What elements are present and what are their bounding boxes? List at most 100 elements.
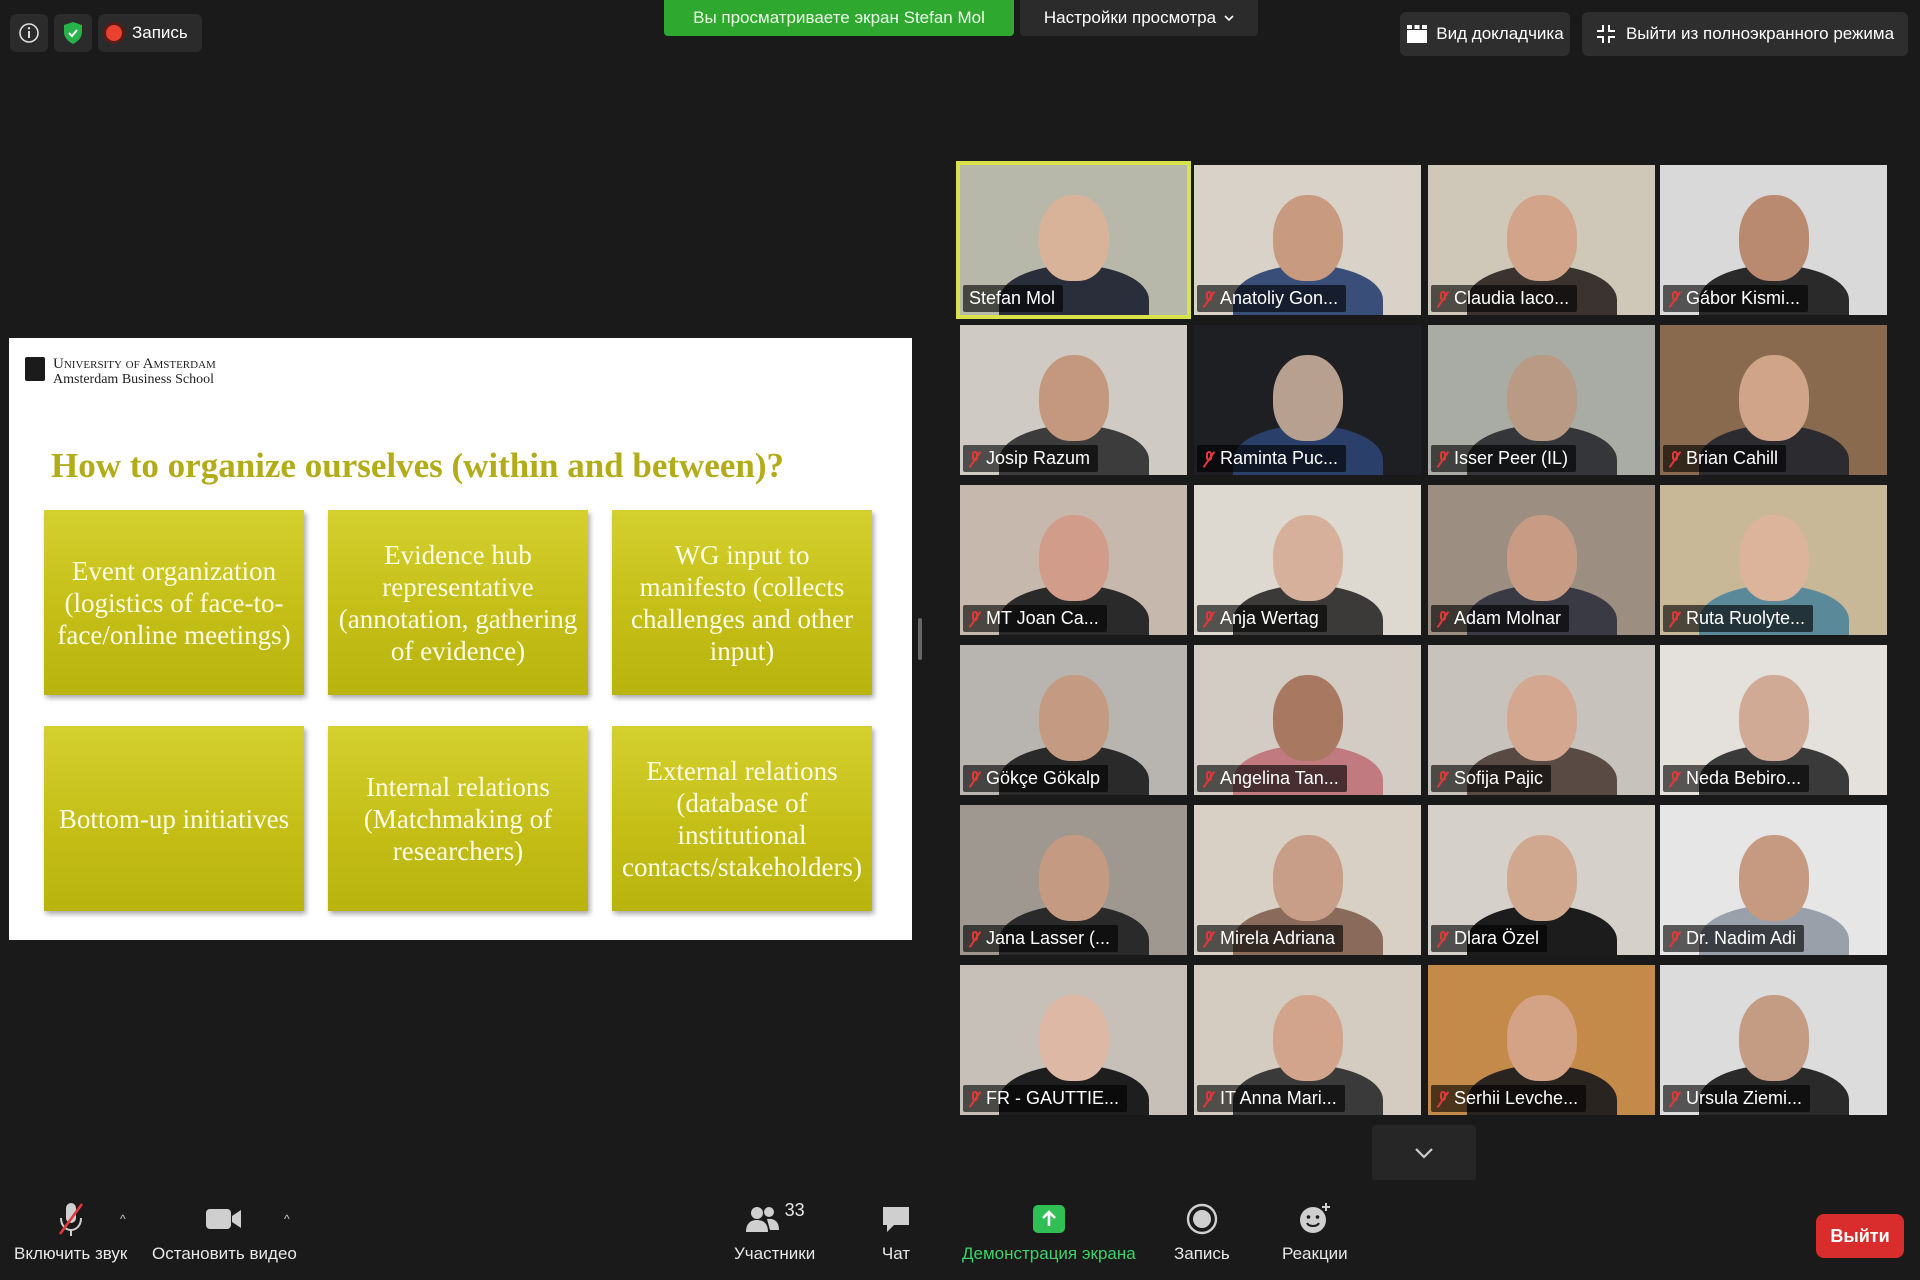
participant-name-tag: Isser Peer (IL)	[1431, 445, 1577, 472]
participant-name: Anja Wertag	[1220, 608, 1319, 628]
microphone-muted-icon	[1437, 610, 1449, 627]
unmute-button[interactable]: Включить звук	[14, 1200, 127, 1264]
microphone-muted-icon	[1669, 290, 1681, 307]
chevron-down-icon	[1224, 15, 1234, 22]
participant-tile[interactable]: Sofija Pajic	[1428, 645, 1655, 795]
participants-button[interactable]: 33 Участники	[734, 1200, 815, 1264]
share-screen-icon	[1032, 1205, 1065, 1233]
gallery-next-page-button[interactable]	[1372, 1125, 1476, 1181]
participant-name: Stefan Mol	[969, 288, 1056, 308]
participant-head	[1272, 995, 1343, 1081]
microphone-muted-icon	[58, 1203, 83, 1236]
participant-tile[interactable]: Stefan Mol	[956, 161, 1191, 319]
participant-tile[interactable]: Brian Cahill	[1660, 325, 1887, 475]
participant-tile[interactable]: Gökçe Gökalp	[960, 645, 1187, 795]
participant-head	[1738, 515, 1809, 601]
participant-name-tag: MT Joan Ca...	[963, 605, 1107, 632]
participant-name-tag: Gökçe Gökalp	[963, 765, 1109, 792]
speaker-view-icon	[1407, 25, 1428, 43]
uva-emblem-icon	[25, 357, 45, 381]
participant-tile[interactable]: Raminta Puc...	[1194, 325, 1421, 475]
participant-name-tag: Ruta Ruolyte...	[1663, 605, 1814, 632]
share-banner: Вы просматриваете экран Stefan Mol	[664, 0, 1014, 36]
exit-fullscreen-icon	[1596, 25, 1615, 43]
participant-head	[1738, 675, 1809, 761]
participant-tile[interactable]: Angelina Tan...	[1194, 645, 1421, 795]
participant-tile[interactable]: Ruta Ruolyte...	[1660, 485, 1887, 635]
participants-icon	[745, 1207, 779, 1232]
participant-name-tag: Dr. Nadim Adi	[1663, 925, 1805, 952]
participant-name: Gökçe Gökalp	[986, 768, 1101, 788]
microphone-muted-icon	[1203, 610, 1215, 627]
participant-head	[1038, 995, 1109, 1081]
participant-head	[1738, 355, 1809, 441]
participant-name: Serhii Levche...	[1454, 1088, 1579, 1108]
microphone-muted-icon	[1437, 770, 1449, 787]
participant-tile[interactable]: MT Joan Ca...	[960, 485, 1187, 635]
participant-name: Claudia Iaco...	[1454, 288, 1570, 308]
speaker-view-button[interactable]: Вид докладчика	[1400, 12, 1570, 56]
participant-name: MT Joan Ca...	[986, 608, 1099, 628]
participant-name: Jana Lasser (...	[986, 928, 1111, 948]
chat-button[interactable]: Чат	[880, 1200, 912, 1264]
microphone-muted-icon	[1437, 290, 1449, 307]
shield-icon[interactable]	[54, 14, 92, 52]
participant-name-tag: Anatoliy Gon...	[1197, 285, 1347, 312]
reactions-button[interactable]: Реакции	[1282, 1200, 1348, 1264]
microphone-muted-icon	[1203, 290, 1215, 307]
microphone-muted-icon	[1669, 610, 1681, 627]
participant-tile[interactable]: Adam Molnar	[1428, 485, 1655, 635]
participant-tile[interactable]: Josip Razum	[960, 325, 1187, 475]
participant-name-tag: Angelina Tan...	[1197, 765, 1347, 792]
leave-meeting-button[interactable]: Выйти	[1816, 1214, 1904, 1258]
panel-splitter[interactable]	[918, 618, 922, 660]
logo-line-1: University of Amsterdam	[53, 356, 216, 372]
view-settings-button[interactable]: Настройки просмотра	[1020, 0, 1258, 36]
participant-name: Raminta Puc...	[1220, 448, 1339, 468]
audio-options-caret-icon[interactable]: ^	[120, 1212, 126, 1226]
participant-head	[1272, 835, 1343, 921]
participant-name: Sofija Pajic	[1454, 768, 1544, 788]
participant-head	[1038, 355, 1109, 441]
exit-fullscreen-button[interactable]: Выйти из полноэкранного режима	[1582, 12, 1908, 56]
participant-tile[interactable]: Claudia Iaco...	[1428, 165, 1655, 315]
participant-tile[interactable]: Gábor Kismi...	[1660, 165, 1887, 315]
participant-head	[1506, 835, 1577, 921]
slide-box: Bottom-up initiatives	[44, 726, 304, 911]
slide-box: WG input to manifesto (collects challeng…	[612, 510, 872, 695]
participant-tile[interactable]: IT Anna Mari...	[1194, 965, 1421, 1115]
participant-name: Adam Molnar	[1454, 608, 1562, 628]
participant-tile[interactable]: Dr. Nadim Adi	[1660, 805, 1887, 955]
recording-indicator[interactable]: Запись	[98, 14, 202, 52]
participant-tile[interactable]: Jana Lasser (...	[960, 805, 1187, 955]
microphone-muted-icon	[969, 450, 981, 467]
share-screen-label: Демонстрация экрана	[962, 1244, 1136, 1263]
participant-tile[interactable]: Ursula Ziemi...	[1660, 965, 1887, 1115]
participant-name: Dr. Nadim Adi	[1686, 928, 1797, 948]
participant-tile[interactable]: FR - GAUTTIE...	[960, 965, 1187, 1115]
participant-name: Gábor Kismi...	[1686, 288, 1801, 308]
participant-tile[interactable]: Isser Peer (IL)	[1428, 325, 1655, 475]
participant-tile[interactable]: Anja Wertag	[1194, 485, 1421, 635]
stop-video-button[interactable]: Остановить видео	[152, 1200, 297, 1264]
participant-tile[interactable]: Neda Bebiro...	[1660, 645, 1887, 795]
microphone-muted-icon	[1669, 930, 1681, 947]
microphone-muted-icon	[1203, 770, 1215, 787]
record-button[interactable]: Запись	[1174, 1200, 1230, 1264]
participant-tile[interactable]: Mirela Adriana	[1194, 805, 1421, 955]
share-screen-button[interactable]: Демонстрация экрана	[962, 1200, 1136, 1264]
microphone-muted-icon	[1203, 450, 1215, 467]
video-options-caret-icon[interactable]: ^	[284, 1212, 290, 1226]
participant-head	[1738, 835, 1809, 921]
participant-tile[interactable]: Serhii Levche...	[1428, 965, 1655, 1115]
university-logo: University of Amsterdam Amsterdam Busine…	[25, 356, 216, 388]
participant-head	[1038, 675, 1109, 761]
participant-name-tag: Josip Razum	[963, 445, 1099, 472]
recording-label: Запись	[132, 23, 188, 42]
leave-label: Выйти	[1830, 1225, 1890, 1246]
participant-tile[interactable]: Anatoliy Gon...	[1194, 165, 1421, 315]
info-icon[interactable]	[10, 14, 48, 52]
microphone-muted-icon	[1669, 1090, 1681, 1107]
participant-tile[interactable]: Dlara Özel	[1428, 805, 1655, 955]
participant-head	[1038, 195, 1109, 281]
